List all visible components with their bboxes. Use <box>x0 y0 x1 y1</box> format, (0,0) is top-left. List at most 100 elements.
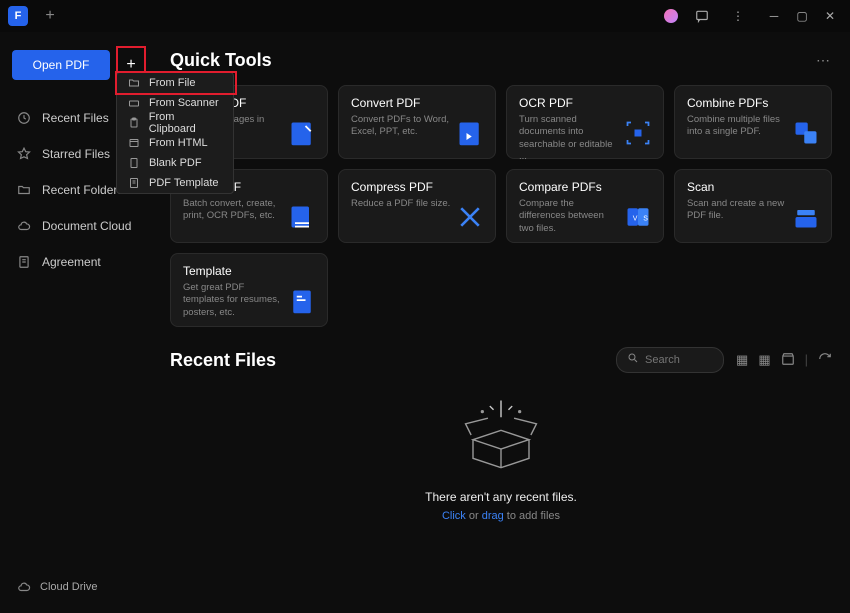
clipboard-icon <box>127 116 141 130</box>
sidebar-item-label: Document Cloud <box>42 219 131 233</box>
dropdown-item-from-scanner[interactable]: From Scanner <box>117 93 233 113</box>
card-title: Combine PDFs <box>687 96 819 110</box>
dropdown-item-pdf-template[interactable]: PDF Template <box>117 173 233 193</box>
avatar[interactable] <box>664 9 678 23</box>
doc-icon <box>16 254 32 270</box>
cloud-drive-icon <box>16 579 32 595</box>
titlebar-left: F + <box>8 6 60 26</box>
view-large-grid-button[interactable]: ▦ <box>736 352 748 369</box>
menu-dots-icon[interactable]: ⋮ <box>726 4 750 28</box>
recent-files-title: Recent Files <box>170 350 276 371</box>
compare-pdfs-icon: VS <box>623 202 653 232</box>
card-compress-pdf[interactable]: Compress PDF Reduce a PDF file size. <box>338 169 496 243</box>
card-scan[interactable]: Scan Scan and create a new PDF file. <box>674 169 832 243</box>
card-title: Compare PDFs <box>519 180 651 194</box>
search-input[interactable] <box>645 354 715 366</box>
titlebar: F + ⋮ ─ ▢ ✕ <box>0 0 850 32</box>
empty-state-text: There aren't any recent files. <box>425 490 577 504</box>
dropdown-item-from-clipboard[interactable]: From Clipboard <box>117 113 233 133</box>
create-pdf-icon <box>287 118 317 148</box>
view-refresh-button[interactable] <box>818 352 832 369</box>
view-divider: | <box>805 352 808 369</box>
dropdown-item-blank-pdf[interactable]: Blank PDF <box>117 153 233 173</box>
view-controls: ▦ ▦ | <box>736 352 832 369</box>
quick-tools-header: Quick Tools ⋯ <box>170 50 832 71</box>
empty-state: There aren't any recent files. Click or … <box>170 393 832 522</box>
content: Quick Tools ⋯ Create PDF Combine images … <box>158 32 850 613</box>
cloud-icon <box>16 218 32 234</box>
clock-icon <box>16 110 32 126</box>
sidebar-item-agreement[interactable]: Agreement <box>12 248 146 276</box>
maximize-button[interactable]: ▢ <box>790 4 814 28</box>
svg-text:S: S <box>643 216 648 223</box>
scanner-icon <box>127 96 141 110</box>
batch-pdf-icon <box>287 202 317 232</box>
sidebar-item-label: Recent Folders <box>42 183 123 197</box>
card-desc: Convert PDFs to Word, Excel, PPT, etc. <box>351 114 451 139</box>
open-pdf-button[interactable]: Open PDF <box>12 50 110 80</box>
scan-icon <box>791 202 821 232</box>
blank-icon <box>127 156 141 170</box>
create-dropdown: From File From Scanner From Clipboard Fr… <box>116 72 234 194</box>
close-button[interactable]: ✕ <box>818 4 842 28</box>
dropdown-item-label: From File <box>149 77 195 89</box>
card-desc: Get great PDF templates for resumes, pos… <box>183 282 283 319</box>
chat-icon[interactable] <box>690 4 714 28</box>
dropdown-item-label: Blank PDF <box>149 157 202 169</box>
quick-tools-more-button[interactable]: ⋯ <box>816 52 832 69</box>
card-convert-pdf[interactable]: Convert PDF Convert PDFs to Word, Excel,… <box>338 85 496 159</box>
sidebar-item-label: Recent Files <box>42 111 109 125</box>
titlebar-right: ⋮ ─ ▢ ✕ <box>664 4 842 28</box>
dropdown-item-label: PDF Template <box>149 177 219 189</box>
folder-icon <box>16 182 32 198</box>
recent-files-header: Recent Files ▦ ▦ | <box>170 347 832 373</box>
dropdown-item-from-file[interactable]: From File <box>117 73 233 93</box>
card-title: Template <box>183 264 315 278</box>
template-icon <box>287 286 317 316</box>
cloud-drive-label: Cloud Drive <box>40 581 97 593</box>
sidebar-item-label: Agreement <box>42 255 101 269</box>
card-ocr-pdf[interactable]: OCR PDF Turn scanned documents into sear… <box>506 85 664 159</box>
star-icon <box>16 146 32 162</box>
dropdown-item-label: From HTML <box>149 137 208 149</box>
dropdown-item-label: From Clipboard <box>149 111 223 135</box>
quick-tools-title: Quick Tools <box>170 50 272 71</box>
dropdown-item-label: From Scanner <box>149 97 219 109</box>
card-desc: Reduce a PDF file size. <box>351 198 451 210</box>
cloud-drive-button[interactable]: Cloud Drive <box>12 573 146 601</box>
card-title: OCR PDF <box>519 96 651 110</box>
card-combine-pdfs[interactable]: Combine PDFs Combine multiple files into… <box>674 85 832 159</box>
dropdown-item-from-html[interactable]: From HTML <box>117 133 233 153</box>
html-icon <box>127 136 141 150</box>
card-title: Compress PDF <box>351 180 483 194</box>
view-archive-button[interactable] <box>781 352 795 369</box>
template-small-icon <box>127 176 141 190</box>
recent-files-controls: ▦ ▦ | <box>616 347 832 373</box>
card-compare-pdfs[interactable]: Compare PDFs Compare the differences bet… <box>506 169 664 243</box>
svg-text:V: V <box>633 216 638 223</box>
quick-tools-grid: Create PDF Combine images in PDF. Conver… <box>170 85 832 243</box>
sidebar-item-document-cloud[interactable]: Document Cloud <box>12 212 146 240</box>
app-logo[interactable]: F <box>8 6 28 26</box>
empty-hint-or: or <box>466 510 482 522</box>
card-desc: Combine multiple files into a single PDF… <box>687 114 787 139</box>
card-desc: Batch convert, create, print, OCR PDFs, … <box>183 198 283 223</box>
card-desc: Compare the differences between two file… <box>519 198 619 235</box>
empty-hint-rest: to add files <box>504 510 560 522</box>
file-icon <box>127 76 141 90</box>
convert-pdf-icon <box>455 118 485 148</box>
window-controls: ─ ▢ ✕ <box>762 4 842 28</box>
app-logo-glyph: F <box>15 10 22 22</box>
minimize-button[interactable]: ─ <box>762 4 786 28</box>
combine-pdfs-icon <box>791 118 821 148</box>
empty-click-link[interactable]: Click <box>442 510 466 522</box>
view-small-grid-button[interactable]: ▦ <box>758 352 770 369</box>
empty-drag-link[interactable]: drag <box>482 510 504 522</box>
card-template[interactable]: Template Get great PDF templates for res… <box>170 253 328 327</box>
empty-box-icon <box>454 393 548 482</box>
card-title: Convert PDF <box>351 96 483 110</box>
new-tab-button[interactable]: + <box>40 6 60 26</box>
empty-state-hint: Click or drag to add files <box>442 510 560 522</box>
search-box[interactable] <box>616 347 724 373</box>
ocr-pdf-icon <box>623 118 653 148</box>
